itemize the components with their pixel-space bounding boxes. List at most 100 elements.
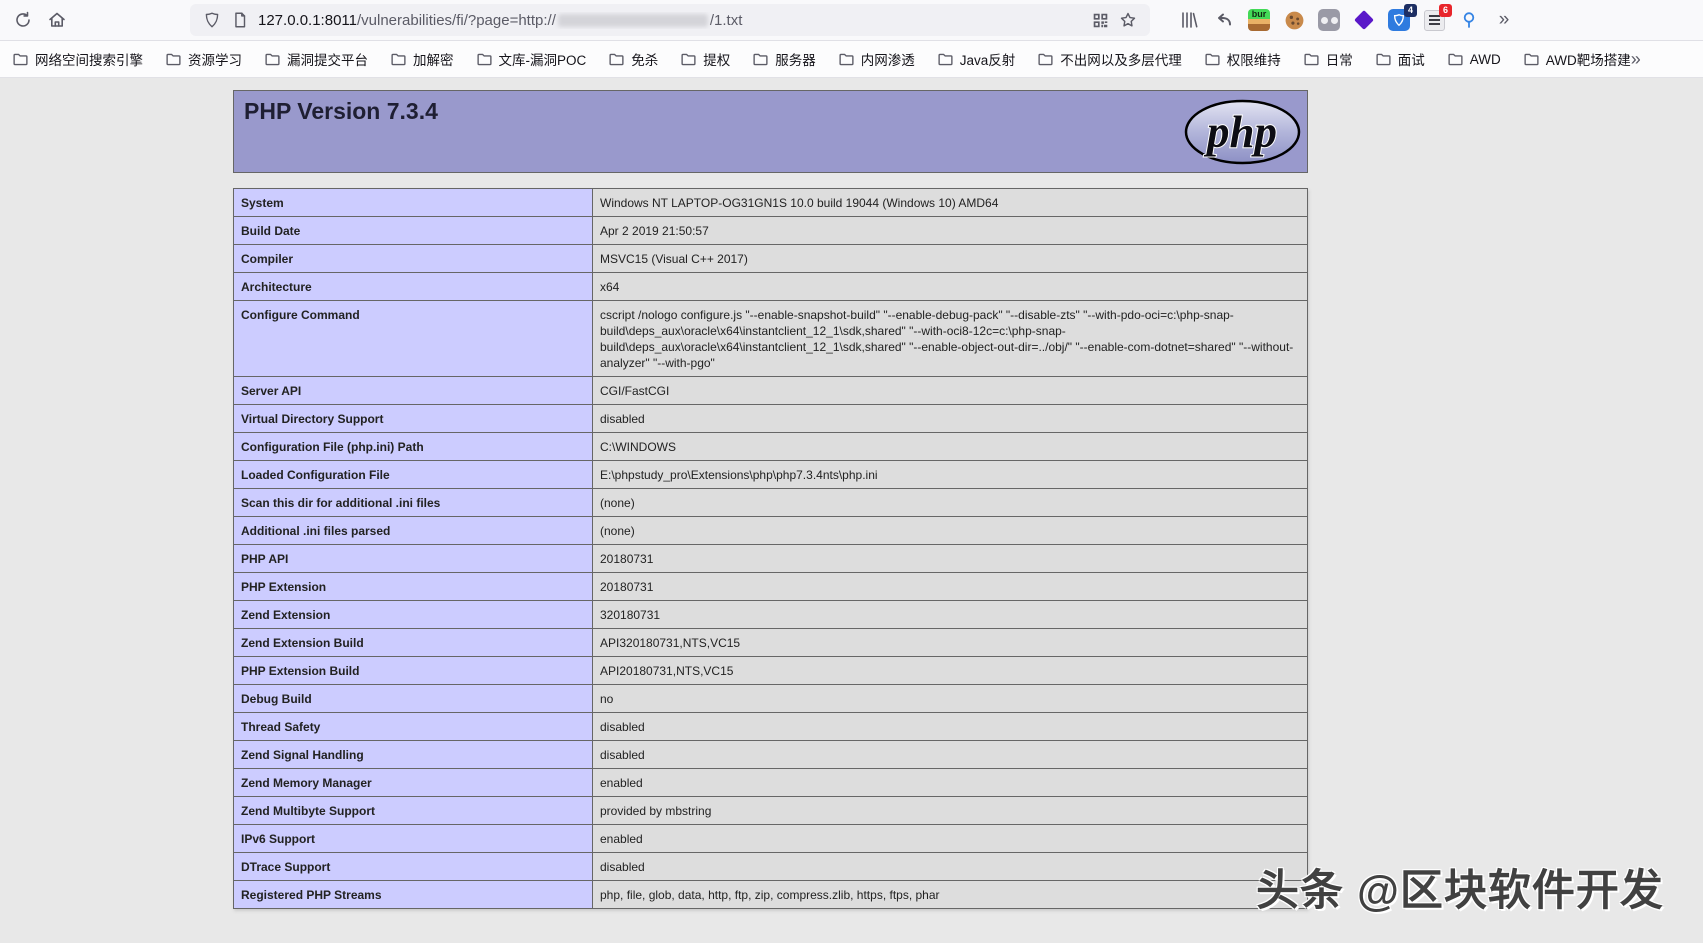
info-label: System (234, 189, 593, 217)
table-row: PHP Extension Build API20180731,NTS,VC15 (234, 657, 1308, 685)
table-row: Configuration File (php.ini) Path C:\WIN… (234, 433, 1308, 461)
burp-label: bur (1252, 9, 1267, 31)
info-value: 20180731 (593, 545, 1308, 573)
bookmark-folder[interactable]: 网络空间搜索引擎 (12, 49, 143, 69)
table-row: IPv6 Support enabled (234, 825, 1308, 853)
bookmark-folder[interactable]: 面试 (1375, 49, 1425, 69)
info-label: PHP Extension (234, 573, 593, 601)
folder-icon (476, 51, 493, 68)
info-label: Zend Extension Build (234, 629, 593, 657)
table-row: DTrace Support disabled (234, 853, 1308, 881)
bookmark-label: 权限维持 (1227, 49, 1281, 69)
bookmark-folder[interactable]: 不出网以及多层代理 (1037, 49, 1182, 69)
info-value: php, file, glob, data, http, ftp, zip, c… (593, 881, 1308, 909)
redacted-url-segment (558, 14, 708, 27)
bookmark-label: 免杀 (631, 49, 658, 69)
info-label: Build Date (234, 217, 593, 245)
table-row: Configure Command cscript /nologo config… (234, 301, 1308, 377)
qr-code-icon[interactable] (1086, 7, 1114, 33)
phpinfo-header: PHP Version 7.3.4 php (233, 90, 1308, 173)
reload-icon (13, 10, 33, 30)
bookmark-folder[interactable]: 权限维持 (1204, 49, 1281, 69)
containers-extension-button[interactable] (1316, 7, 1342, 33)
home-icon (47, 10, 67, 30)
info-label: Debug Build (234, 685, 593, 713)
info-value: (none) (593, 489, 1308, 517)
bookmark-folder[interactable]: 加解密 (390, 49, 454, 69)
page-info-icon[interactable] (226, 7, 254, 33)
burp-extension-button[interactable]: bur (1246, 7, 1272, 33)
url-suffix: /1.txt (710, 12, 743, 29)
undo-button[interactable] (1211, 7, 1237, 33)
url-bar[interactable]: 127.0.0.1:8011/vulnerabilities/fi/?page=… (190, 4, 1150, 36)
reload-button[interactable] (8, 5, 38, 35)
bookmark-folder[interactable]: AWD靶场搭建 (1523, 49, 1631, 69)
shield-badge: 4 (1404, 4, 1417, 17)
table-row: Compiler MSVC15 (Visual C++ 2017) (234, 245, 1308, 273)
info-value: CGI/FastCGI (593, 377, 1308, 405)
info-label: Loaded Configuration File (234, 461, 593, 489)
table-row: Loaded Configuration File E:\phpstudy_pr… (234, 461, 1308, 489)
proxy-shield-extension-button[interactable]: 4 (1386, 7, 1412, 33)
info-value: disabled (593, 741, 1308, 769)
folder-icon (752, 51, 769, 68)
info-label: Virtual Directory Support (234, 405, 593, 433)
info-label: Thread Safety (234, 713, 593, 741)
table-row: System Windows NT LAPTOP-OG31GN1S 10.0 b… (234, 189, 1308, 217)
bookmark-label: Java反射 (960, 49, 1016, 69)
bookmark-list: 网络空间搜索引擎 资源学习 漏洞提交平台 加解密 (12, 49, 1631, 69)
bookmark-folder[interactable]: Java反射 (937, 49, 1016, 69)
info-value: disabled (593, 713, 1308, 741)
table-row: Build Date Apr 2 2019 21:50:57 (234, 217, 1308, 245)
notes-extension-button[interactable]: 6 (1421, 7, 1447, 33)
folder-icon (680, 51, 697, 68)
info-value: (none) (593, 517, 1308, 545)
bookmark-label: 日常 (1326, 49, 1353, 69)
info-label: Configure Command (234, 301, 593, 377)
pin-extension-button[interactable] (1456, 7, 1482, 33)
bookmark-folder[interactable]: 漏洞提交平台 (264, 49, 368, 69)
bookmark-star-icon[interactable] (1114, 7, 1142, 33)
folder-icon (937, 51, 954, 68)
bookmark-label: 提权 (703, 49, 730, 69)
toolbar-overflow-button[interactable]: » (1491, 7, 1517, 33)
phpinfo-table: System Windows NT LAPTOP-OG31GN1S 10.0 b… (233, 188, 1308, 909)
table-row: Zend Extension 320180731 (234, 601, 1308, 629)
info-value: provided by mbstring (593, 797, 1308, 825)
table-row: PHP API 20180731 (234, 545, 1308, 573)
bookmark-folder[interactable]: 服务器 (752, 49, 816, 69)
table-row: Architecture x64 (234, 273, 1308, 301)
home-button[interactable] (42, 5, 72, 35)
cookie-extension-button[interactable] (1281, 7, 1307, 33)
bookmark-folder[interactable]: 资源学习 (165, 49, 242, 69)
bookmark-label: 漏洞提交平台 (287, 49, 368, 69)
bookmark-label: 文库-漏洞POC (499, 49, 587, 69)
hackbar-extension-button[interactable] (1351, 7, 1377, 33)
php-logo[interactable]: php (1184, 99, 1301, 170)
bookmarks-overflow-chevron[interactable]: » (1631, 49, 1641, 70)
bookmark-folder[interactable]: AWD (1447, 51, 1501, 68)
info-label: Architecture (234, 273, 593, 301)
bookmark-folder[interactable]: 文库-漏洞POC (476, 49, 587, 69)
bookmark-label: AWD (1470, 52, 1501, 67)
folder-icon (390, 51, 407, 68)
table-row: Scan this dir for additional .ini files … (234, 489, 1308, 517)
folder-icon (165, 51, 182, 68)
info-label: Additional .ini files parsed (234, 517, 593, 545)
info-label: Zend Signal Handling (234, 741, 593, 769)
watermark: 头条 @区块软件开发 (1256, 856, 1664, 918)
table-row: Server API CGI/FastCGI (234, 377, 1308, 405)
bookmark-folder[interactable]: 内网渗透 (838, 49, 915, 69)
table-row: Zend Memory Manager enabled (234, 769, 1308, 797)
bookmark-folder[interactable]: 提权 (680, 49, 730, 69)
library-button[interactable] (1176, 7, 1202, 33)
table-row: Zend Multibyte Support provided by mbstr… (234, 797, 1308, 825)
folder-icon (1447, 51, 1464, 68)
folder-icon (1303, 51, 1320, 68)
bookmark-folder[interactable]: 免杀 (608, 49, 658, 69)
info-label: PHP Extension Build (234, 657, 593, 685)
shield-permissions-icon[interactable] (198, 7, 226, 33)
info-value: C:\WINDOWS (593, 433, 1308, 461)
folder-icon (1375, 51, 1392, 68)
bookmark-folder[interactable]: 日常 (1303, 49, 1353, 69)
